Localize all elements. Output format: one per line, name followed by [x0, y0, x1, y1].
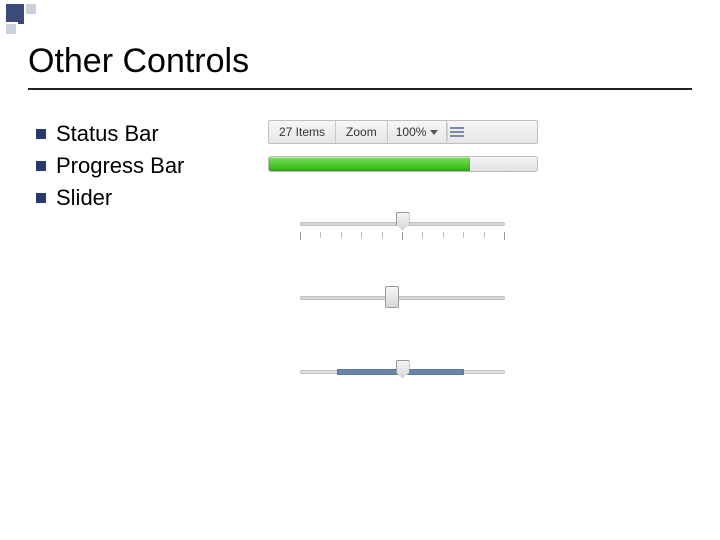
- slider-track: [300, 296, 505, 300]
- title-rule: [28, 88, 692, 90]
- status-bar: 27 Items Zoom 100%: [268, 120, 538, 144]
- zoom-value: 100%: [396, 125, 427, 139]
- chevron-down-icon: [430, 130, 438, 135]
- progress-bar: [268, 156, 538, 172]
- bullet-item: Progress Bar: [36, 150, 184, 182]
- bullet-marker-icon: [36, 161, 46, 171]
- status-zoom-label: Zoom: [336, 121, 388, 143]
- bullet-text: Slider: [56, 182, 112, 214]
- bullet-text: Status Bar: [56, 118, 159, 150]
- bullet-list: Status Bar Progress Bar Slider: [36, 118, 184, 214]
- bullet-marker-icon: [36, 193, 46, 203]
- bullet-text: Progress Bar: [56, 150, 184, 182]
- slider-ticks[interactable]: [300, 206, 505, 246]
- slide-title: Other Controls: [28, 42, 249, 81]
- bullet-item: Slider: [36, 182, 184, 214]
- slider-thumb[interactable]: [385, 286, 399, 308]
- slider-thumb[interactable]: [396, 212, 410, 230]
- slider-thumb[interactable]: [396, 360, 410, 378]
- slider-tick-marks: [300, 232, 505, 240]
- list-view-icon[interactable]: [448, 121, 466, 143]
- status-items-count: 27 Items: [269, 121, 336, 143]
- bullet-marker-icon: [36, 129, 46, 139]
- slider-range[interactable]: [300, 354, 505, 394]
- bullet-item: Status Bar: [36, 118, 184, 150]
- slider-plain[interactable]: [300, 280, 505, 320]
- progress-fill: [269, 157, 470, 171]
- zoom-dropdown[interactable]: 100%: [388, 121, 448, 143]
